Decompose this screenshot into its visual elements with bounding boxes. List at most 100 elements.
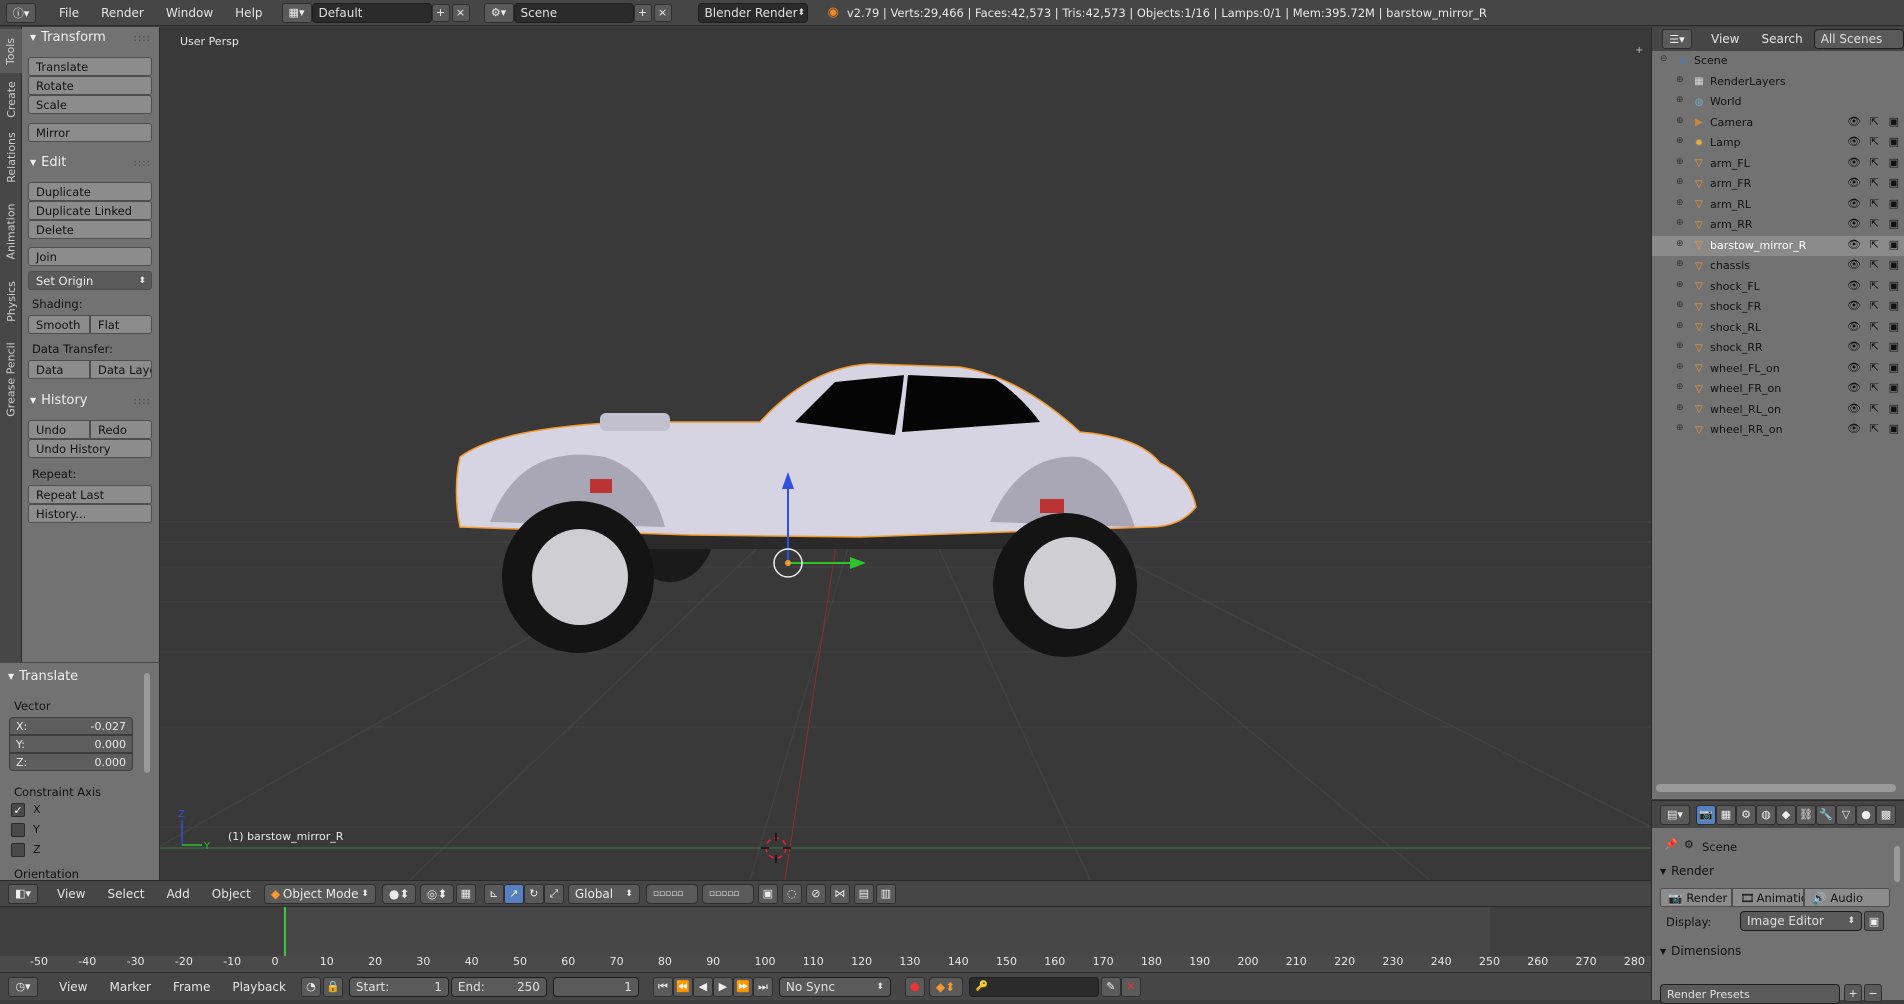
outliner-item[interactable]: ⊕ ▽ wheel_RR_on 👁 ⇱ ▣ bbox=[1652, 420, 1904, 440]
drag-handle-icon[interactable]: :::: bbox=[134, 33, 151, 44]
menu-window[interactable]: Window bbox=[155, 6, 224, 20]
dimensions-panel-title[interactable]: Dimensions bbox=[1660, 944, 1741, 958]
menu-file[interactable]: File bbox=[48, 6, 90, 20]
vector-z-field[interactable]: Z: 0.000 bbox=[9, 753, 133, 771]
rotate-button[interactable]: Rotate bbox=[28, 76, 152, 95]
expand-toggle-icon[interactable]: ⊕ bbox=[1676, 198, 1684, 208]
outliner-item[interactable]: ⊕ ▽ wheel_RL_on 👁 ⇱ ▣ bbox=[1652, 400, 1904, 420]
outliner-item[interactable]: ⊖ ⚙ Scene bbox=[1652, 51, 1904, 71]
tab-tools[interactable]: Tools bbox=[0, 29, 22, 73]
outliner-item[interactable]: ⊕ ▽ shock_RR 👁 ⇱ ▣ bbox=[1652, 338, 1904, 358]
selectable-arrow-icon[interactable]: ⇱ bbox=[1870, 135, 1879, 148]
menu-view[interactable]: View bbox=[48, 980, 98, 994]
visibility-eye-icon[interactable]: 👁 bbox=[1847, 217, 1861, 230]
transform-orientation-select[interactable]: Global ⬍ bbox=[567, 883, 640, 904]
outliner-item[interactable]: ⊕ ▽ arm_FL 👁 ⇱ ▣ bbox=[1652, 154, 1904, 174]
selectable-arrow-icon[interactable]: ⇱ bbox=[1870, 197, 1879, 210]
sync-select[interactable]: No Sync ⬍ bbox=[778, 976, 891, 997]
playhead[interactable] bbox=[284, 907, 286, 957]
expand-toggle-icon[interactable]: ⊕ bbox=[1676, 177, 1684, 187]
menu-frame[interactable]: Frame bbox=[162, 980, 221, 994]
opengl-anim-icon[interactable]: ▥ bbox=[875, 883, 896, 904]
snap-icon[interactable]: ▦ bbox=[455, 883, 476, 904]
outliner-item[interactable]: ⊕ ▽ wheel_FR_on 👁 ⇱ ▣ bbox=[1652, 379, 1904, 399]
animation-button[interactable]: 🎞Animation bbox=[1732, 888, 1804, 907]
render-camera-icon[interactable]: ▣ bbox=[1889, 176, 1899, 189]
drag-handle-icon[interactable]: :::: bbox=[134, 158, 151, 169]
render-camera-icon[interactable]: ▣ bbox=[1889, 135, 1899, 148]
outliner-editor-icon[interactable]: ☰▾ bbox=[1662, 29, 1692, 49]
menu-help[interactable]: Help bbox=[224, 6, 273, 20]
visibility-eye-icon[interactable]: 👁 bbox=[1847, 320, 1861, 333]
texture-context-icon[interactable]: ▩ bbox=[1876, 804, 1896, 825]
lock-layers-icon[interactable]: ▣ bbox=[757, 883, 778, 904]
lock-time-cursor-icon[interactable]: 🔒 bbox=[322, 976, 343, 997]
visibility-eye-icon[interactable]: 👁 bbox=[1847, 381, 1861, 394]
proportional-edit-icon[interactable]: ◌ bbox=[781, 883, 802, 904]
add-preset-icon[interactable]: + bbox=[1844, 984, 1862, 1002]
render-layers-context-icon[interactable]: ▦ bbox=[1716, 804, 1736, 825]
selectable-arrow-icon[interactable]: ⇱ bbox=[1870, 402, 1879, 415]
visibility-eye-icon[interactable]: 👁 bbox=[1847, 156, 1861, 169]
expand-toggle-icon[interactable]: ⊖ bbox=[1660, 54, 1668, 64]
undo-history-button[interactable]: Undo History bbox=[28, 439, 152, 458]
scale-manipulator-icon[interactable]: ⤢ bbox=[543, 883, 564, 904]
mode-select[interactable]: ◆ Object Mode ⬍ bbox=[263, 883, 376, 904]
audio-button[interactable]: 🔊 Audio bbox=[1804, 888, 1890, 907]
scene-field[interactable]: Scene bbox=[513, 2, 634, 23]
info-editor-icon[interactable]: ⓘ▾ bbox=[6, 2, 36, 23]
expand-toggle-icon[interactable]: ⊕ bbox=[1676, 403, 1684, 413]
smooth-button[interactable]: Smooth bbox=[28, 315, 90, 334]
keying-mode-select[interactable]: ◆⬍ bbox=[928, 976, 963, 997]
mirror-button[interactable]: Mirror bbox=[28, 123, 152, 142]
menu-search[interactable]: Search bbox=[1750, 32, 1813, 46]
constraint-z-checkbox[interactable] bbox=[11, 843, 25, 857]
visibility-eye-icon[interactable]: 👁 bbox=[1847, 258, 1861, 271]
vector-y-field[interactable]: Y: 0.000 bbox=[9, 735, 133, 753]
jump-keyframe-back-icon[interactable]: ⏪ bbox=[672, 976, 693, 997]
menu-view[interactable]: View bbox=[46, 887, 96, 901]
expand-toggle-icon[interactable]: ⊕ bbox=[1676, 280, 1684, 290]
render-presets-select[interactable]: Render Presets bbox=[1660, 984, 1840, 1004]
outliner-item[interactable]: ⊕ ▦ RenderLayers bbox=[1652, 72, 1904, 92]
render-camera-icon[interactable]: ▣ bbox=[1889, 422, 1899, 435]
play-icon[interactable]: ▶ bbox=[712, 976, 733, 997]
render-camera-icon[interactable]: ▣ bbox=[1889, 258, 1899, 271]
opengl-render-icon[interactable]: ▤ bbox=[853, 883, 874, 904]
data-layout-button[interactable]: Data Layo bbox=[90, 360, 152, 379]
constraints-context-icon[interactable]: ⛓ bbox=[1796, 804, 1816, 825]
tab-grease-pencil[interactable]: Grease Pencil bbox=[0, 331, 22, 427]
snap-toggle-icon[interactable]: ⊘ bbox=[805, 883, 826, 904]
outliner-item[interactable]: ⊕ ▽ arm_RL 👁 ⇱ ▣ bbox=[1652, 195, 1904, 215]
tab-relations[interactable]: Relations bbox=[0, 125, 22, 189]
render-camera-icon[interactable]: ▣ bbox=[1889, 156, 1899, 169]
outliner-display-select[interactable]: All Scenes bbox=[1813, 29, 1904, 49]
transform-panel-title[interactable]: Transform bbox=[30, 30, 106, 45]
redo-button[interactable]: Redo bbox=[90, 420, 152, 439]
expand-toggle-icon[interactable]: ⊕ bbox=[1676, 116, 1684, 126]
render-camera-icon[interactable]: ▣ bbox=[1889, 361, 1899, 374]
tab-create[interactable]: Create bbox=[0, 75, 22, 123]
current-frame-field[interactable]: 1 bbox=[552, 976, 639, 997]
render-context-icon[interactable]: 📷 bbox=[1696, 804, 1716, 825]
selectable-arrow-icon[interactable]: ⇱ bbox=[1870, 176, 1879, 189]
selectable-arrow-icon[interactable]: ⇱ bbox=[1870, 115, 1879, 128]
expand-properties-icon[interactable]: + bbox=[1635, 45, 1643, 56]
tab-physics[interactable]: Physics bbox=[0, 273, 22, 329]
outliner-item[interactable]: ⊕ ▽ barstow_mirror_R 👁 ⇱ ▣ bbox=[1652, 235, 1904, 256]
material-context-icon[interactable]: ● bbox=[1856, 804, 1876, 825]
expand-toggle-icon[interactable]: ⊕ bbox=[1676, 218, 1684, 228]
jump-start-icon[interactable]: ⏮ bbox=[652, 976, 673, 997]
tab-animation[interactable]: Animation bbox=[0, 191, 22, 271]
edit-panel-title[interactable]: Edit bbox=[30, 155, 66, 170]
layers-row-2[interactable]: ▫▫▫▫▫ bbox=[701, 883, 754, 904]
jump-keyframe-forward-icon[interactable]: ⏩ bbox=[732, 976, 753, 997]
outliner-scrollbar[interactable] bbox=[1656, 784, 1896, 792]
menu-playback[interactable]: Playback bbox=[221, 980, 297, 994]
render-camera-icon[interactable]: ▣ bbox=[1889, 197, 1899, 210]
constraint-x-checkbox[interactable]: ✓ bbox=[11, 803, 25, 817]
history-panel-title[interactable]: History bbox=[30, 393, 87, 408]
selectable-arrow-icon[interactable]: ⇱ bbox=[1870, 320, 1879, 333]
outliner-item[interactable]: ⊕ ▽ arm_FR 👁 ⇱ ▣ bbox=[1652, 174, 1904, 194]
expand-toggle-icon[interactable]: ⊕ bbox=[1676, 75, 1684, 85]
